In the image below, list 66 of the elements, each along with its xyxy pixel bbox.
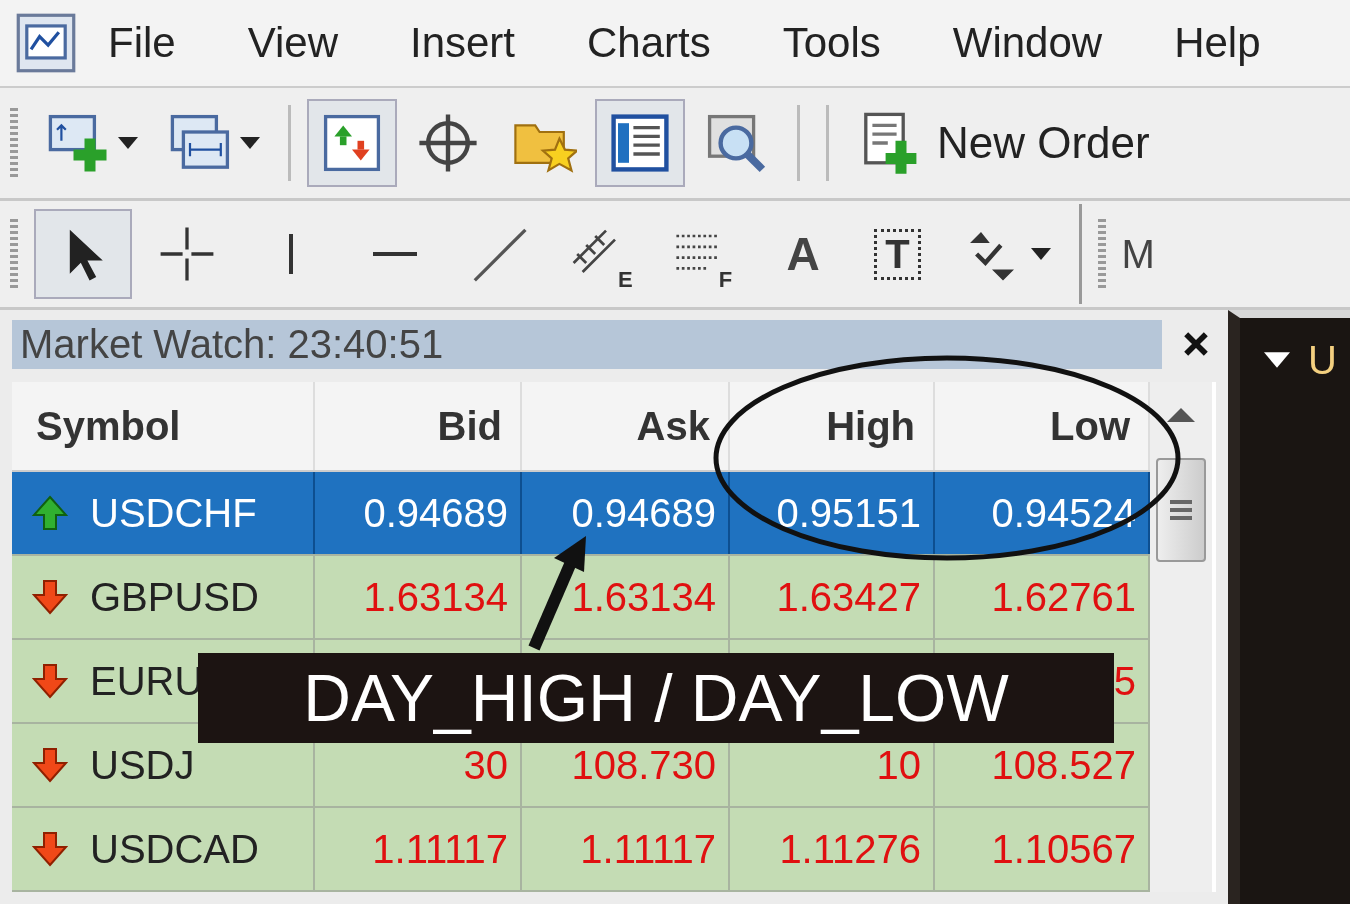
column-header[interactable]: Symbol: [12, 382, 315, 470]
toolbar-grip[interactable]: [10, 219, 18, 289]
toolbar-grip[interactable]: [10, 108, 18, 178]
down-arrow-icon: [30, 745, 70, 785]
text-tool[interactable]: A: [754, 209, 853, 299]
menu-item[interactable]: Help: [1174, 19, 1261, 67]
menu-item[interactable]: Window: [952, 19, 1103, 67]
price-text: 0.94689: [571, 490, 716, 536]
symbol-text: USDJ: [90, 742, 195, 788]
quote-row[interactable]: GBPUSD 1.63134 1.63134 1.63427 1.62761: [12, 556, 1150, 640]
column-header[interactable]: Ask: [522, 382, 730, 470]
horizontal-line-icon: [373, 251, 417, 257]
vertical-line-icon: [288, 234, 294, 274]
app-icon[interactable]: [14, 11, 78, 75]
quote-row[interactable]: USDCAD 1.11117 1.11117 1.11276 1.10567: [12, 808, 1150, 892]
price-text: 0.95151: [776, 490, 921, 536]
cursor-tool[interactable]: [34, 209, 132, 299]
price-text: 1.11276: [779, 826, 921, 872]
quote-row[interactable]: USDCHF 0.94689 0.94689 0.95151 0.94524: [12, 472, 1150, 556]
toolbar-label: M: [1121, 231, 1155, 277]
down-arrow-icon: [30, 577, 70, 617]
up-arrow-icon: [30, 493, 70, 533]
channel-tool[interactable]: E: [554, 209, 649, 299]
price-text: 0.94524: [991, 490, 1136, 536]
annotation-overlay: DAY_HIGH / DAY_LOW: [198, 653, 1114, 743]
column-header[interactable]: High: [730, 382, 935, 470]
collapse-icon[interactable]: [1264, 352, 1290, 368]
down-arrow-icon: [30, 829, 70, 869]
symbol-text: GBPUSD: [90, 574, 259, 620]
symbol-text: USDCAD: [90, 826, 259, 872]
scroll-up-icon[interactable]: [1167, 408, 1195, 422]
market-watch-button[interactable]: [307, 99, 397, 187]
price-text: 30: [463, 742, 508, 788]
menu-item[interactable]: View: [247, 19, 338, 67]
price-text: 1.63134: [363, 574, 508, 620]
price-text: 108.730: [571, 742, 716, 788]
menu-item[interactable]: Insert: [409, 19, 515, 67]
price-text: 1.11117: [580, 826, 716, 872]
terminal-button[interactable]: [595, 99, 685, 187]
price-text: 1.10567: [991, 826, 1136, 872]
new-order-button[interactable]: New Order: [845, 99, 1162, 187]
price-text: 10: [876, 742, 921, 788]
panel-title: Market Watch: 23:40:51: [12, 319, 1162, 369]
caret-icon: [240, 137, 260, 149]
toolbar-grip[interactable]: [1097, 219, 1106, 289]
down-arrow-icon: [30, 661, 70, 701]
price-text: 1.63134: [571, 574, 716, 620]
menu-item[interactable]: Charts: [587, 19, 711, 67]
price-text: 1.11117: [372, 826, 508, 872]
text-label-tool[interactable]: T: [858, 209, 937, 299]
menu-item[interactable]: Tools: [782, 19, 881, 67]
column-header[interactable]: Bid: [315, 382, 522, 470]
chart-window[interactable]: U: [1228, 310, 1350, 904]
price-text: 108.527: [991, 742, 1136, 788]
caret-icon: [118, 137, 138, 149]
price-text: 1.63427: [776, 574, 921, 620]
fibonacci-tool[interactable]: F: [654, 209, 749, 299]
price-text: 5: [1113, 658, 1136, 704]
menu-item[interactable]: File: [108, 19, 176, 67]
scrollbar-thumb[interactable]: [1156, 458, 1206, 562]
symbol-text: USDCHF: [90, 490, 257, 536]
close-icon[interactable]: [1182, 330, 1210, 358]
price-text: 1.62761: [991, 574, 1136, 620]
caret-icon: [1030, 248, 1051, 260]
chart-title: U: [1308, 338, 1337, 383]
price-text: 0.94689: [363, 490, 508, 536]
